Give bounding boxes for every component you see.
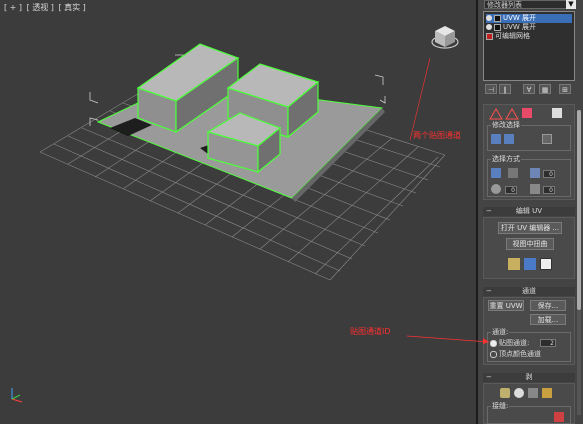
light-bulb-icon[interactable] — [486, 15, 492, 21]
peel-rollout: 接缝: — [483, 383, 575, 424]
edit-uv-rollout: 打开 UV 编辑器 ... 视图中扭曲 — [483, 217, 575, 279]
select-by-title: 选择方式 — [491, 155, 521, 164]
auto-flatten-icon[interactable] — [540, 258, 552, 270]
perspective-viewport[interactable]: [ + ] [ 透视 ] [ 真实 ] — [0, 0, 478, 424]
load-button[interactable]: 加载... — [530, 314, 566, 325]
select-sg-icon[interactable] — [491, 184, 501, 194]
channel-rollout-header[interactable]: − 通道 — [483, 287, 575, 296]
channel-group: 通道: 贴图通道: 2 顶点颜色通道 — [487, 328, 571, 362]
planar-angle-spinner[interactable]: 0 — [543, 170, 555, 178]
edit-uv-rollout-header[interactable]: − 编辑 UV — [483, 207, 575, 216]
seams-group: 接缝: — [487, 402, 571, 424]
annotation-two-channels: 两个贴图通道 — [413, 131, 461, 140]
annotation-channel-id: 贴图通道ID — [350, 327, 391, 336]
polygon-select-icon[interactable] — [522, 108, 532, 118]
pin-stack-icon[interactable]: ⊣ — [485, 84, 497, 94]
vertex-color-channel-radio[interactable]: 顶点颜色通道 — [490, 350, 541, 359]
grow-selection-icon[interactable] — [491, 134, 501, 144]
sg-spinner[interactable]: 0 — [505, 186, 517, 194]
loop-icon[interactable] — [542, 134, 552, 144]
seam-icon[interactable] — [554, 412, 564, 422]
reset-uvw-button[interactable]: 重置 UVW — [488, 300, 524, 311]
configure-sets-icon[interactable]: ⊞ — [559, 84, 571, 94]
radio-unselected-icon — [490, 350, 497, 358]
collapse-icon: − — [486, 373, 492, 381]
collapse-icon: − — [486, 207, 492, 215]
chevron-down-icon[interactable]: ▼ — [566, 0, 576, 9]
edit-uv-title: 编辑 UV — [515, 207, 543, 215]
modify-selection-group: 修改选择 — [487, 121, 571, 151]
viewcube-icon[interactable] — [430, 22, 460, 52]
scrollbar-thumb[interactable] — [577, 110, 581, 310]
expand-icon[interactable] — [494, 23, 501, 31]
selection-rollout: 修改选择 选择方式 0 0 0 — [483, 104, 575, 200]
panel-scrollbar[interactable] — [577, 110, 581, 415]
element-select-icon[interactable] — [552, 108, 562, 118]
show-end-result-icon[interactable]: ∥ — [499, 84, 511, 94]
shrink-selection-icon[interactable] — [504, 134, 514, 144]
ignore-backfacing-icon[interactable] — [491, 168, 501, 178]
peel-title: 剥 — [525, 373, 533, 381]
open-uv-editor-button[interactable]: 打开 UV 编辑器 ... — [498, 222, 562, 234]
select-matid-icon[interactable] — [530, 184, 540, 194]
expand-icon[interactable] — [486, 32, 493, 40]
stack-item-uvw-unwrap-top[interactable]: UVW 展开 — [486, 14, 572, 23]
stack-item-editable-mesh[interactable]: 可编辑网格 — [486, 32, 572, 41]
modify-selection-title: 修改选择 — [491, 121, 521, 130]
stack-toolbar: ⊣ ∥ ∀ ▦ ⊞ — [483, 84, 575, 96]
peel-mode-icon[interactable] — [500, 388, 510, 398]
quick-peel-icon[interactable] — [508, 258, 520, 270]
vertex-color-label: 顶点颜色通道 — [499, 350, 541, 358]
planar-angle-icon[interactable] — [530, 168, 540, 178]
undo-peel-icon[interactable] — [528, 388, 538, 398]
collapse-icon: − — [486, 287, 492, 295]
stack-item-uvw-unwrap-bottom[interactable]: UVW 展开 — [486, 23, 572, 32]
light-bulb-icon[interactable] — [486, 24, 492, 30]
map-channel-spinner[interactable]: 2 — [540, 339, 556, 347]
save-button[interactable]: 保存... — [530, 300, 566, 311]
map-channel-label: 贴图通道: — [499, 339, 530, 347]
vertex-select-icon[interactable] — [488, 107, 520, 121]
modifier-list-dropdown[interactable]: 修改器列表 — [484, 0, 574, 9]
scene-canvas — [39, 43, 446, 281]
map-channel-radio[interactable]: 贴图通道: — [490, 339, 529, 348]
matid-spinner[interactable]: 0 — [543, 186, 555, 194]
seams-title: 接缝: — [491, 402, 510, 411]
channel-rollout: 重置 UVW 保存... 加载... 通道: 贴图通道: 2 顶点颜色通道 — [483, 297, 575, 365]
expand-icon[interactable] — [494, 14, 501, 22]
annotation-arrow — [406, 335, 490, 344]
make-unique-icon[interactable]: ∀ — [523, 84, 535, 94]
select-by-group: 选择方式 0 0 0 — [487, 155, 571, 197]
modifier-stack[interactable]: UVW 展开 UVW 展开 可编辑网格 — [483, 11, 575, 81]
peel-rollout-header[interactable]: − 剥 — [483, 373, 575, 382]
tweak-in-view-button[interactable]: 视图中扭曲 — [506, 238, 554, 250]
channel-title: 通道 — [522, 287, 536, 295]
pin-icon[interactable] — [542, 388, 552, 398]
reset-peel-icon[interactable] — [514, 388, 524, 398]
stack-item-label: UVW 展开 — [503, 14, 537, 22]
axis-tripod-icon — [11, 388, 23, 403]
select-by-element-icon[interactable] — [508, 168, 518, 178]
quick-planar-map-icon[interactable] — [524, 258, 536, 270]
remove-modifier-icon[interactable]: ▦ — [539, 84, 551, 94]
stack-item-label: UVW 展开 — [503, 23, 537, 31]
stack-item-label: 可编辑网格 — [495, 32, 530, 40]
